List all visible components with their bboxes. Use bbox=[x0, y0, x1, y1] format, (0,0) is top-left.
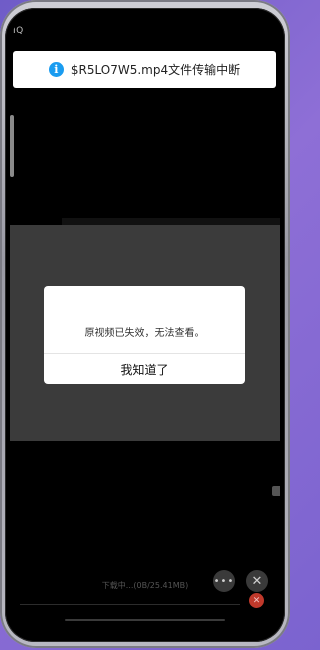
more-options-button[interactable]: ••• bbox=[213, 570, 235, 592]
status-bar-text: IQ bbox=[13, 26, 24, 36]
banner-text: $R5LO7W5.mp4文件传输中断 bbox=[70, 63, 241, 77]
alert-dialog: 原视频已失效，无法查看。 我知道了 bbox=[44, 286, 245, 384]
transfer-interrupted-banner: i $R5LO7W5.mp4文件传输中断 bbox=[13, 51, 276, 88]
bottom-divider bbox=[20, 604, 240, 605]
side-handle[interactable] bbox=[10, 115, 14, 177]
cancel-icon: ✕ bbox=[252, 595, 261, 606]
side-tab[interactable] bbox=[272, 486, 280, 496]
got-it-button[interactable]: 我知道了 bbox=[44, 354, 245, 384]
more-icon: ••• bbox=[213, 575, 235, 587]
screen: IQ i $R5LO7W5.mp4文件传输中断 原视频已失效，无法查看。 我知道… bbox=[10, 18, 280, 630]
dialog-message: 原视频已失效，无法查看。 bbox=[84, 328, 205, 339]
close-button[interactable]: ✕ bbox=[246, 570, 268, 592]
info-icon: i bbox=[48, 62, 64, 77]
home-indicator[interactable] bbox=[65, 619, 225, 621]
close-icon: ✕ bbox=[251, 573, 263, 589]
download-progress-text: 下载中...(0B/25.41MB) bbox=[101, 581, 189, 590]
cancel-download-button[interactable]: ✕ bbox=[249, 593, 264, 608]
